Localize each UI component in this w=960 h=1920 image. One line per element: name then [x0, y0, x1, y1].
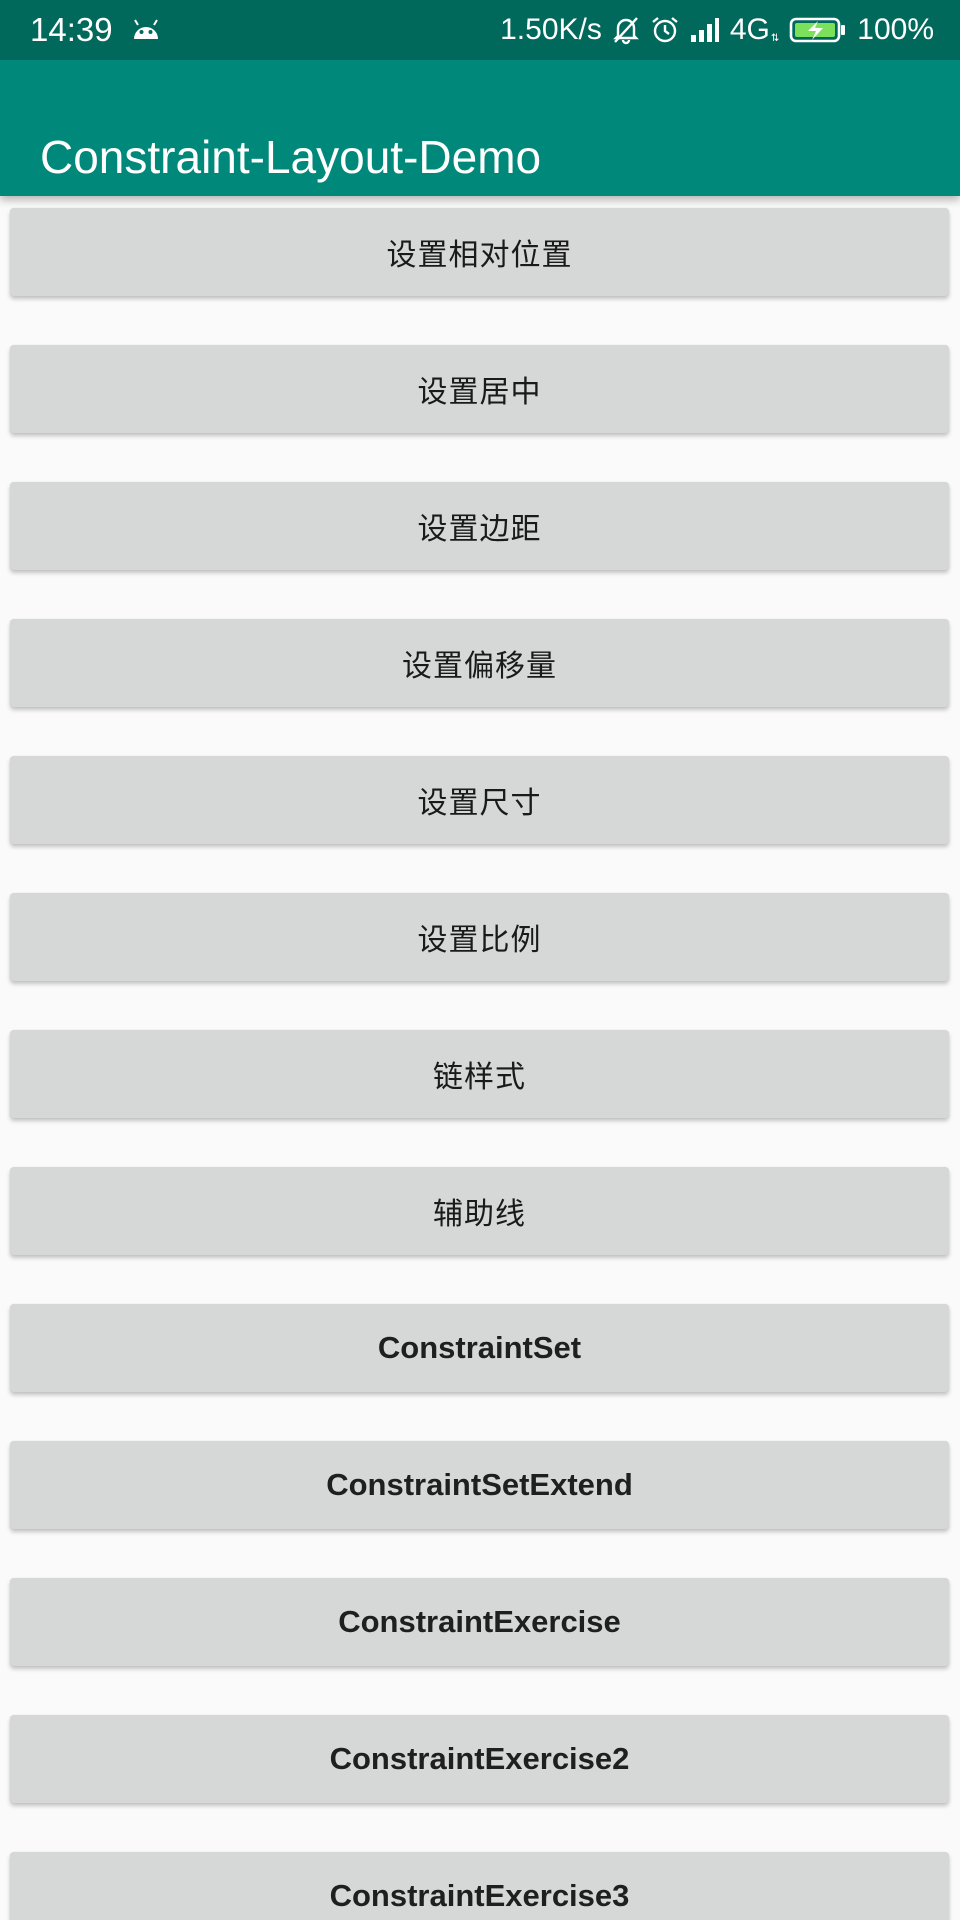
constraint-exercise3-button[interactable]: ConstraintExercise3 — [10, 1852, 949, 1920]
relative-position-button[interactable]: 设置相对位置 — [10, 208, 949, 296]
margin-button[interactable]: 设置边距 — [10, 482, 949, 570]
status-bar: 14:39 1.50K/s 4G ⇅ 100% — [0, 0, 960, 60]
constraint-exercise2-button[interactable]: ConstraintExercise2 — [10, 1715, 949, 1803]
constraint-set-button[interactable]: ConstraintSet — [10, 1304, 949, 1392]
ratio-button[interactable]: 设置比例 — [10, 893, 949, 981]
app-bar: Constraint-Layout-Demo — [0, 60, 960, 196]
battery-charging-icon — [789, 16, 847, 44]
dimension-button[interactable]: 设置尺寸 — [10, 756, 949, 844]
signal-icon — [690, 17, 720, 43]
button-list[interactable]: 设置相对位置 设置居中 设置边距 设置偏移量 设置尺寸 设置比例 链样式 辅助线… — [0, 196, 960, 1920]
network-type-label: 4G — [729, 13, 770, 46]
network-type: 4G ⇅ — [730, 13, 779, 47]
network-arrows: ⇅ — [770, 33, 780, 44]
status-icons: 1.50K/s 4G ⇅ 100% — [500, 10, 934, 50]
alarm-icon — [650, 15, 680, 45]
bias-button[interactable]: 设置偏移量 — [10, 619, 949, 707]
status-time: 14:39 — [30, 11, 113, 48]
app-title: Constraint-Layout-Demo — [40, 130, 542, 183]
battery-percent: 100% — [857, 13, 934, 46]
constraint-exercise-button[interactable]: ConstraintExercise — [10, 1578, 949, 1666]
muted-bell-icon — [612, 15, 640, 45]
guideline-button[interactable]: 辅助线 — [10, 1167, 949, 1255]
net-speed: 1.50K/s — [500, 13, 602, 46]
android-icon — [132, 19, 160, 41]
constraint-set-extend-button[interactable]: ConstraintSetExtend — [10, 1441, 949, 1529]
center-button[interactable]: 设置居中 — [10, 345, 949, 433]
chain-style-button[interactable]: 链样式 — [10, 1030, 949, 1118]
